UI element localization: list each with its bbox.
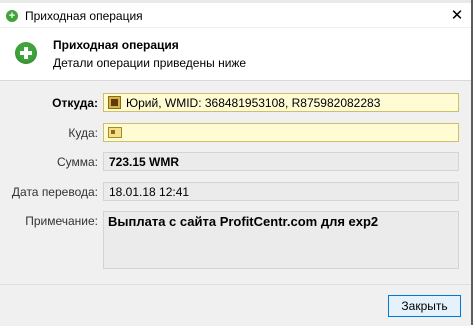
to-field[interactable] (103, 123, 459, 142)
date-field[interactable]: 18.01.18 12:41 (103, 182, 459, 201)
note-field[interactable]: Выплата с сайта ProfitCentr.com для exp2 (103, 211, 459, 269)
details-panel: Откуда: Юрий, WMID: 368481953108, R87598… (0, 81, 471, 284)
green-plus-icon (15, 42, 37, 64)
contact-card-icon (108, 127, 122, 138)
dialog-footer: Закрыть (0, 284, 471, 326)
date-value: 18.01.18 12:41 (109, 185, 190, 199)
from-field[interactable]: Юрий, WMID: 368481953108, R875982082283 (103, 93, 459, 112)
title-bar: + Приходная операция ✕ (0, 3, 471, 28)
close-icon[interactable]: ✕ (445, 6, 469, 26)
to-label: Куда: (68, 126, 98, 140)
app-icon: + (6, 10, 18, 22)
amount-value: 723.15 WMR (109, 155, 180, 169)
dialog-header: Приходная операция Детали операции приве… (0, 28, 471, 81)
note-value: Выплата с сайта ProfitCentr.com для exp2 (108, 214, 379, 229)
header-title: Приходная операция (53, 38, 179, 52)
webmoney-purse-icon (108, 96, 121, 109)
from-value: Юрий, WMID: 368481953108, R875982082283 (126, 96, 381, 110)
window-title: Приходная операция (25, 9, 143, 23)
date-label: Дата перевода: (11, 185, 98, 199)
amount-label: Сумма: (56, 155, 98, 169)
header-subtitle: Детали операции приведены ниже (53, 56, 247, 70)
from-label: Откуда: (52, 96, 98, 110)
amount-field[interactable]: 723.15 WMR (103, 152, 459, 171)
close-button[interactable]: Закрыть (388, 295, 461, 317)
note-label: Примечание: (25, 214, 98, 228)
